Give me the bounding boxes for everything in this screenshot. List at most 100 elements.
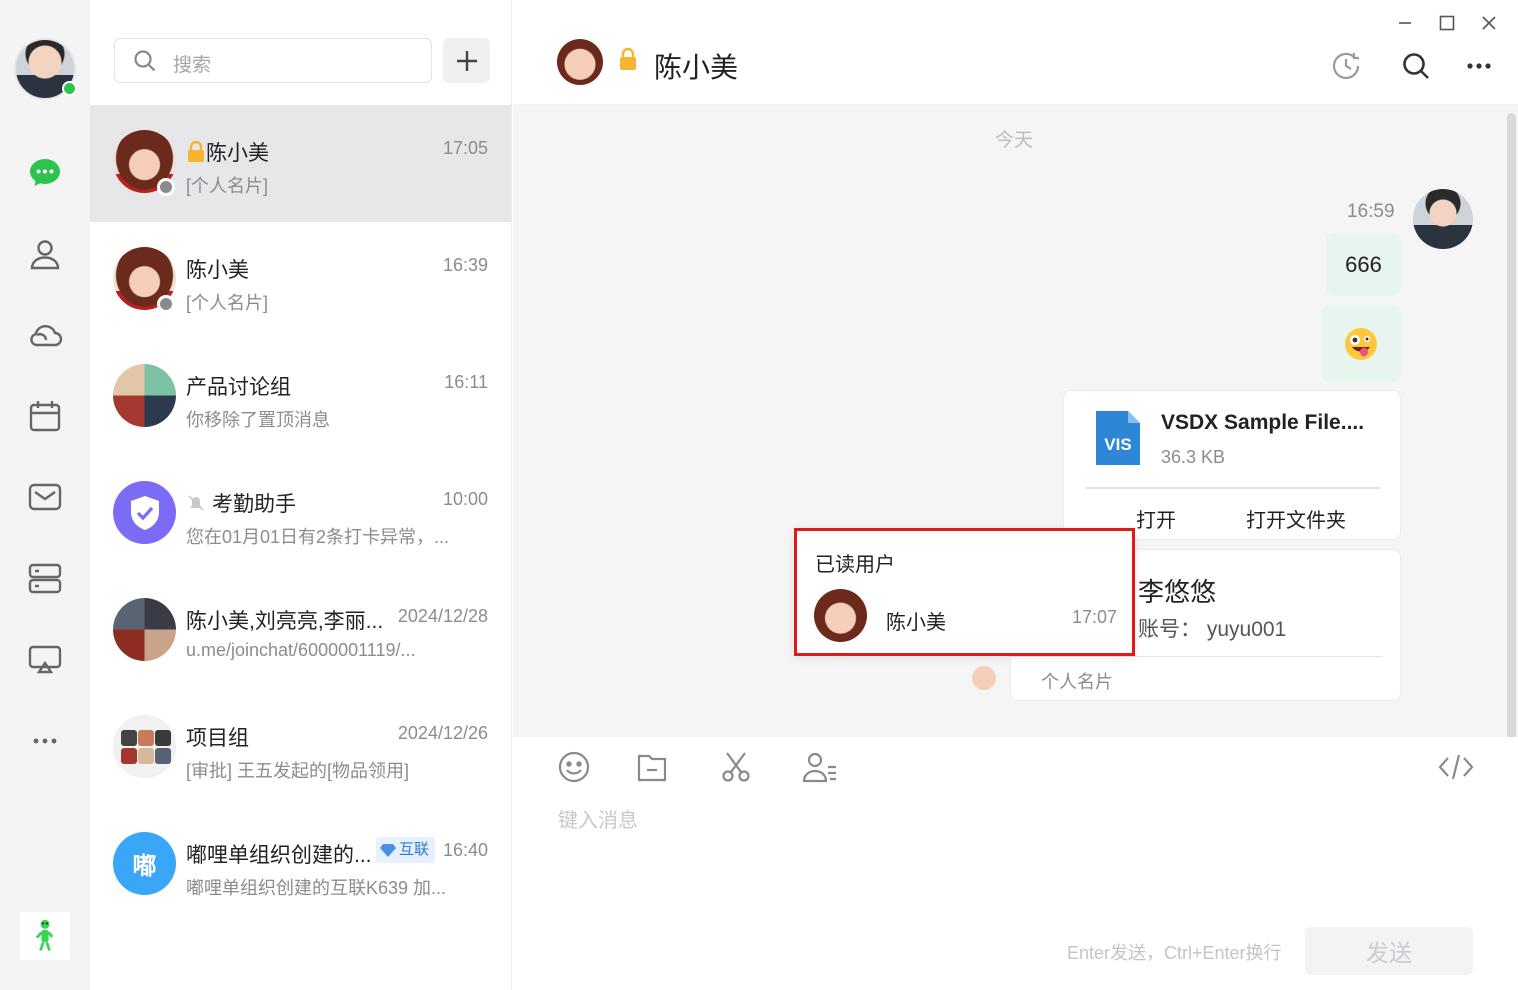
message-area[interactable]: 今天 16:59 666 VIS VSDX Sample File.... 36… [513,105,1518,739]
read-receipt-avatar[interactable] [972,666,996,690]
reader-name[interactable]: 陈小美 [886,606,946,635]
chat-time: 16:39 [442,255,488,275]
chat-item[interactable]: 项目组 2024/12/26 [审批] 王五发起的[物品领用] [90,690,511,807]
open-folder-button[interactable]: 打开文件夹 [1246,504,1346,533]
chat-icon[interactable] [25,152,65,192]
group-avatar [113,598,176,661]
history-button[interactable] [1328,48,1364,84]
add-button[interactable] [443,38,490,83]
history-clock-icon [1332,52,1360,79]
folder-icon [637,754,667,782]
card-type-label: 个人名片 [1041,672,1113,692]
chat-item[interactable]: 嘟 嘟哩单组织创建的... 互联 16:40 嘟哩单组织创建的互联K639 加.… [90,807,511,924]
file-button[interactable] [632,747,672,787]
file-size: 36.3 KB [1161,447,1226,467]
screen-share-icon[interactable] [25,640,65,680]
online-status-dot [62,81,77,96]
chat-preview: u.me/joinchat/6000001119/... [186,640,416,660]
minimize-button[interactable] [1390,8,1420,38]
maximize-button[interactable] [1432,8,1462,38]
search-placeholder[interactable]: 搜索 [173,50,211,77]
emoji-icon [558,751,590,783]
offline-status-dot [157,295,175,313]
contacts-icon[interactable] [25,234,65,274]
chat-time: 2024/12/26 [397,723,488,743]
scrollbar[interactable] [1507,113,1516,739]
chat-preview: 你移除了置顶消息 [186,410,330,430]
group-avatar [113,715,176,778]
lock-icon [188,140,204,162]
chat-preview: 嘟哩单组织创建的互联K639 加... [186,878,447,898]
message-composer: 键入消息 Enter发送，Ctrl+Enter换行 发送 [513,737,1518,990]
send-shortcut-hint: Enter发送，Ctrl+Enter换行 [1067,943,1282,963]
chat-item[interactable]: 陈小美 16:39 [个人名片] [90,222,511,339]
text-message-bubble[interactable]: 666 [1326,233,1401,296]
send-button[interactable]: 发送 [1305,927,1473,975]
emoji-button[interactable] [554,747,594,787]
popup-title: 已读用户 [815,554,895,576]
mail-icon[interactable] [25,477,65,517]
chat-time: 2024/12/28 [397,606,488,626]
chat-name: 陈小美 [186,259,249,282]
chat-header: 陈小美 [513,0,1518,105]
chat-name: 考勤助手 [212,493,296,516]
contact-avatar[interactable] [557,39,603,85]
mention-user-button[interactable] [800,747,840,787]
more-options-button[interactable] [1461,48,1497,84]
screenshot-button[interactable] [716,747,756,787]
chat-item[interactable]: 陈小美 17:05 [个人名片] [90,105,511,222]
mute-bell-icon [188,495,204,511]
vsdx-file-icon: VIS [1094,409,1142,472]
search-icon [133,49,157,78]
chat-preview: [个人名片] [186,176,269,196]
maximize-icon [1439,15,1455,31]
reader-avatar[interactable] [814,589,867,642]
divider [1086,487,1380,489]
org-avatar: 嘟 [113,832,176,895]
search-icon [1403,53,1429,79]
close-button[interactable] [1474,8,1504,38]
interconnect-badge: 互联 [376,837,436,863]
calendar-icon[interactable] [25,396,65,436]
chat-item[interactable]: 产品讨论组 16:11 你移除了置顶消息 [90,339,511,456]
lock-icon [618,47,638,76]
chat-preview: [审批] 王五发起的[物品领用] [186,761,410,781]
chat-item[interactable]: 考勤助手 10:00 您在01月01日有2条打卡异常，... [90,456,511,573]
chat-time: 17:05 [442,138,488,158]
emoji-message-bubble[interactable] [1321,305,1401,382]
storage-icon[interactable] [25,558,65,598]
chat-title: 陈小美 [654,52,739,83]
message-time: 16:59 [1347,201,1395,222]
chat-window: 陈小美 今天 16:59 666 VIS VSDX Sample File...… [513,0,1518,990]
divider [1011,656,1383,657]
chat-item[interactable]: 陈小美,刘亮亮,李丽... 2024/12/28 u.me/joinchat/6… [90,573,511,690]
group-avatar [113,364,176,427]
chat-time: 16:11 [444,372,488,392]
contact-account: 账号： yuyu001 [1138,618,1287,641]
open-file-button[interactable]: 打开 [1136,504,1176,533]
cloud-icon[interactable] [25,314,65,354]
message-input[interactable]: 键入消息 [558,804,638,833]
chat-name: 嘟哩单组织创建的... [186,844,372,867]
chat-name: 陈小美,刘亮亮,李丽... [186,610,384,633]
read-users-popup: 已读用户 陈小美 17:07 [794,528,1135,656]
chat-preview: [个人名片] [186,293,269,313]
zany-face-icon [1345,327,1377,360]
close-icon [1482,16,1496,30]
search-box[interactable]: 搜索 [114,38,432,83]
chat-time: 10:00 [442,489,488,509]
my-avatar[interactable] [1413,189,1473,249]
more-icon[interactable] [25,721,65,761]
chat-preview: 您在01月01日有2条打卡异常，... [186,527,450,547]
offline-status-dot [157,178,175,196]
search-chat-button[interactable] [1398,48,1434,84]
code-button[interactable] [1436,747,1476,787]
conversation-list-panel: 搜索 陈小美 17:05 [个人名片] 陈小美 16:39 [个人名片] 产品讨… [90,0,512,990]
code-icon [1438,754,1474,780]
file-message-card[interactable]: VIS VSDX Sample File.... 36.3 KB 打开 打开文件… [1063,390,1401,540]
minimize-icon [1399,22,1411,24]
robot-app-icon[interactable] [20,912,70,960]
chat-name: 产品讨论组 [186,376,291,399]
svg-text:VIS: VIS [1104,435,1131,454]
day-divider: 今天 [995,130,1034,151]
